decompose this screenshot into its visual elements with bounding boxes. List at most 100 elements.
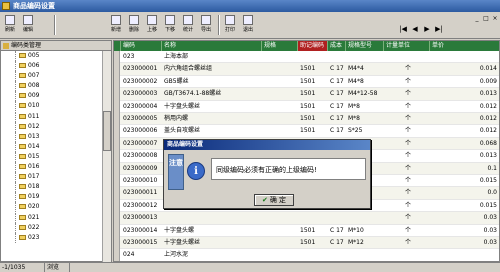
- table-row[interactable]: 023000013 个 0.03: [114, 212, 499, 225]
- tree-item[interactable]: 011: [1, 111, 111, 122]
- table-cell: 023000001: [123, 65, 158, 73]
- tree-item-label: 016: [28, 163, 40, 171]
- table-row[interactable]: 023000001 内六角组合螺丝组 1501 C 17 M4*4 个 0.014: [114, 63, 499, 76]
- row-selector[interactable]: [114, 249, 120, 261]
- tree-item[interactable]: 017: [1, 172, 111, 183]
- maximize-icon[interactable]: □: [482, 15, 490, 23]
- column-header[interactable]: 规格型号: [346, 41, 384, 51]
- minimize-icon[interactable]: _: [473, 15, 481, 23]
- prev-record-icon[interactable]: ◀: [410, 25, 420, 33]
- ok-button[interactable]: ✔ 确 定: [254, 194, 294, 206]
- row-selector[interactable]: [114, 224, 120, 237]
- edit-button[interactable]: 编辑: [20, 14, 36, 36]
- row-selector[interactable]: [114, 237, 120, 250]
- delete-button[interactable]: 删除: [126, 14, 142, 36]
- row-selector[interactable]: [114, 100, 120, 113]
- row-selector[interactable]: [114, 137, 120, 151]
- table-cell: 个: [404, 239, 411, 246]
- row-selector[interactable]: [114, 125, 120, 138]
- table-row[interactable]: 023000003 GB/T3674.1-88螺丝 1501 C 17 M4*12-58…: [114, 88, 499, 101]
- table-cell: 个: [404, 226, 411, 234]
- first-record-icon[interactable]: |◀: [398, 25, 408, 33]
- table-cell: 023000004: [123, 102, 158, 110]
- table-cell: C 17: [330, 65, 344, 73]
- tree-item[interactable]: 013: [1, 131, 111, 142]
- tree-item[interactable]: 021: [1, 212, 111, 223]
- tree-item[interactable]: 019: [1, 192, 111, 203]
- table-cell: [384, 249, 430, 261]
- table-row[interactable]: 023000004 十字盘头螺丝 1501 C 17 M*8 个 0.012: [114, 100, 499, 113]
- stats-button[interactable]: 统计: [180, 14, 196, 36]
- table-cell: 023000006: [123, 127, 158, 135]
- tree-item[interactable]: 018: [1, 182, 111, 193]
- table-cell: 1501: [300, 102, 316, 110]
- column-header[interactable]: 助记编码: [298, 41, 328, 51]
- tree-scrollbar-thumb[interactable]: [103, 111, 111, 151]
- tree-item[interactable]: 006: [1, 61, 111, 72]
- table-row[interactable]: 023000014 十字盘头螺 1501 C 17 M*10 个 0.03: [114, 224, 499, 237]
- tree-item[interactable]: 023: [1, 232, 111, 243]
- tree-item[interactable]: 020: [1, 202, 111, 213]
- table-row[interactable]: 023 上海本部: [114, 51, 499, 64]
- row-selector[interactable]: [114, 88, 120, 101]
- table-row[interactable]: 024 上河水泥: [114, 249, 499, 261]
- table-row[interactable]: 023000002 GB5螺丝 1501 C 17 M4*8 个 0.009: [114, 75, 499, 89]
- tree-item[interactable]: 007: [1, 71, 111, 82]
- category-tree[interactable]: 编码类管理 005 006 007 008 009 010 011 012 013 014 015 0…: [0, 40, 112, 262]
- table-row[interactable]: 023000005 梢用内螺 1501 C 17 M*8 个 0.012: [114, 113, 499, 126]
- move-up-button[interactable]: 上移: [144, 14, 160, 36]
- window-title: 商品编码设置: [13, 2, 55, 10]
- last-record-icon[interactable]: ▶|: [434, 25, 444, 33]
- row-selector[interactable]: [114, 63, 120, 76]
- tree-item[interactable]: 016: [1, 162, 111, 173]
- row-selector[interactable]: [114, 113, 120, 126]
- table-cell: 上海本部: [164, 53, 189, 60]
- tree-item[interactable]: 012: [1, 121, 111, 132]
- grid-corner: [114, 41, 121, 51]
- column-header[interactable]: 规格: [262, 41, 298, 51]
- table-cell: [346, 249, 384, 261]
- tree-item[interactable]: 008: [1, 81, 111, 92]
- tree-item-label: 010: [28, 102, 40, 110]
- row-selector[interactable]: [114, 75, 120, 89]
- print-button[interactable]: 打印: [222, 14, 238, 36]
- exit-button[interactable]: 退出: [240, 14, 256, 36]
- row-selector[interactable]: [114, 162, 120, 175]
- tree-item[interactable]: 022: [1, 222, 111, 233]
- column-header[interactable]: 计量单位: [384, 41, 430, 51]
- table-cell: 0.1: [487, 164, 497, 172]
- tree-item-label: 009: [28, 92, 40, 100]
- dialog-side-label: 注意: [168, 154, 184, 190]
- tree-item-label: 008: [28, 82, 40, 90]
- row-selector[interactable]: [114, 175, 120, 188]
- row-selector[interactable]: [114, 150, 120, 163]
- row-selector[interactable]: [114, 51, 120, 64]
- export-button[interactable]: 导出: [198, 14, 214, 36]
- row-selector[interactable]: [114, 199, 120, 213]
- close-icon[interactable]: ×: [491, 15, 499, 23]
- tree-item[interactable]: 009: [1, 91, 111, 102]
- tree-line: [15, 101, 16, 112]
- row-selector[interactable]: [114, 212, 120, 225]
- row-selector[interactable]: [114, 187, 120, 200]
- new-button[interactable]: 新增: [108, 14, 124, 36]
- column-header[interactable]: 成本: [328, 41, 346, 51]
- tree-item[interactable]: 010: [1, 101, 111, 112]
- table-cell: [262, 88, 298, 100]
- tree-item[interactable]: 014: [1, 141, 111, 152]
- next-record-icon[interactable]: ▶: [422, 25, 432, 33]
- table-cell: [430, 249, 499, 261]
- table-row[interactable]: 023000006 盖头自攻螺丝 1501 C 17 S*25 个 0.012: [114, 125, 499, 138]
- column-header[interactable]: 单价: [430, 41, 499, 51]
- tree-scrollbar[interactable]: [102, 51, 111, 262]
- table-row[interactable]: 023000015 十字盘头螺丝 1501 C 17 M*12 个 0.03: [114, 237, 499, 250]
- column-header[interactable]: 名称: [162, 41, 262, 51]
- tree-item[interactable]: 005: [1, 51, 111, 61]
- table-cell: [298, 249, 328, 261]
- column-header[interactable]: 编码: [121, 41, 162, 51]
- refresh-button[interactable]: 刷新: [2, 14, 18, 36]
- move-down-button[interactable]: 下移: [162, 14, 178, 36]
- table-cell: 盖头自攻螺丝: [164, 127, 201, 135]
- tree-item[interactable]: 015: [1, 151, 111, 162]
- tree-item-label: 012: [28, 122, 40, 130]
